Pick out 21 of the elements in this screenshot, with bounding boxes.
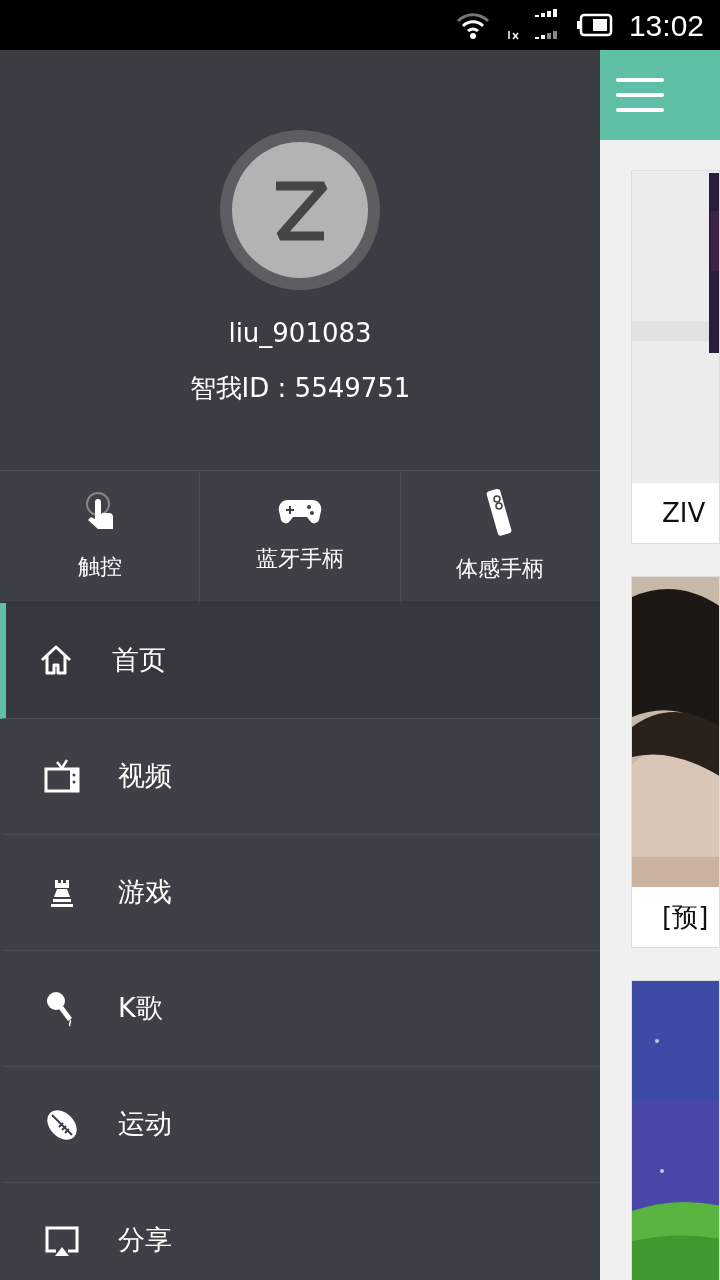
user-id: 智我ID : 5549751: [189, 372, 411, 405]
username: liu_901083: [228, 317, 372, 350]
menu-button[interactable]: [616, 77, 664, 113]
menu-item[interactable]: K歌: [0, 951, 600, 1067]
gamepad-icon: [278, 498, 322, 526]
tv-icon: [44, 758, 80, 795]
card-caption: ZIV: [661, 497, 707, 530]
quick-action-button[interactable]: 蓝牙手柄: [200, 471, 401, 602]
menu-item[interactable]: 运动: [0, 1067, 600, 1183]
menu-item[interactable]: 首页: [0, 603, 600, 719]
clock-time: 13:02: [628, 7, 704, 44]
quick-action-button[interactable]: 触控: [0, 471, 201, 602]
menu-item[interactable]: 游戏: [0, 835, 600, 951]
wifi-icon: [454, 10, 491, 40]
menu-item[interactable]: 视频: [0, 719, 600, 835]
battery-icon: [576, 13, 613, 37]
quick-action-button[interactable]: 体感手柄: [400, 471, 600, 602]
avatar-icon: [220, 130, 380, 290]
card-caption: [预]: [661, 901, 710, 934]
menu-item[interactable]: 分享: [0, 1183, 600, 1280]
menu-icon: [616, 77, 664, 113]
